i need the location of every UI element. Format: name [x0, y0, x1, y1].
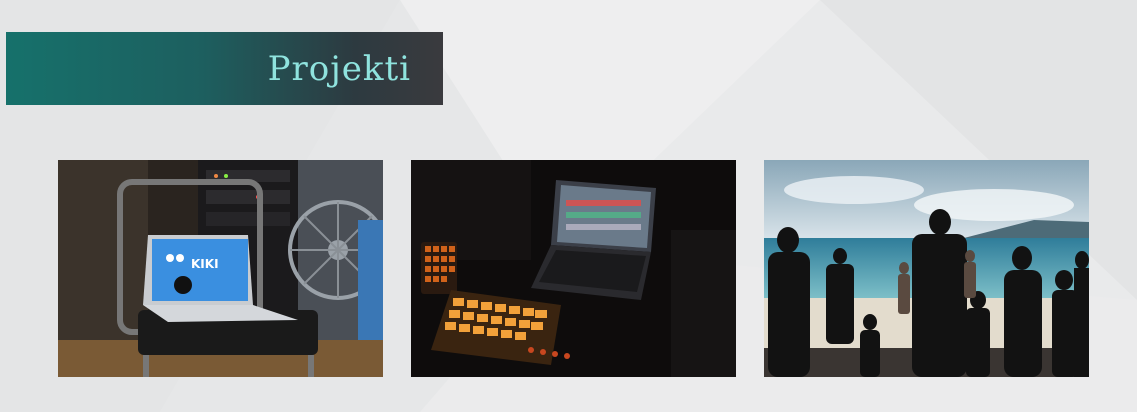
dj-controller-laptop-photo: [411, 160, 736, 377]
slide-title: Projekti: [267, 48, 411, 89]
title-banner: Projekti: [6, 32, 443, 105]
svg-text:KIKI: KIKI: [191, 257, 219, 271]
laptop-on-chair-photo: KIKI: [58, 160, 383, 377]
beach-projection-silhouettes-photo: [764, 160, 1089, 377]
